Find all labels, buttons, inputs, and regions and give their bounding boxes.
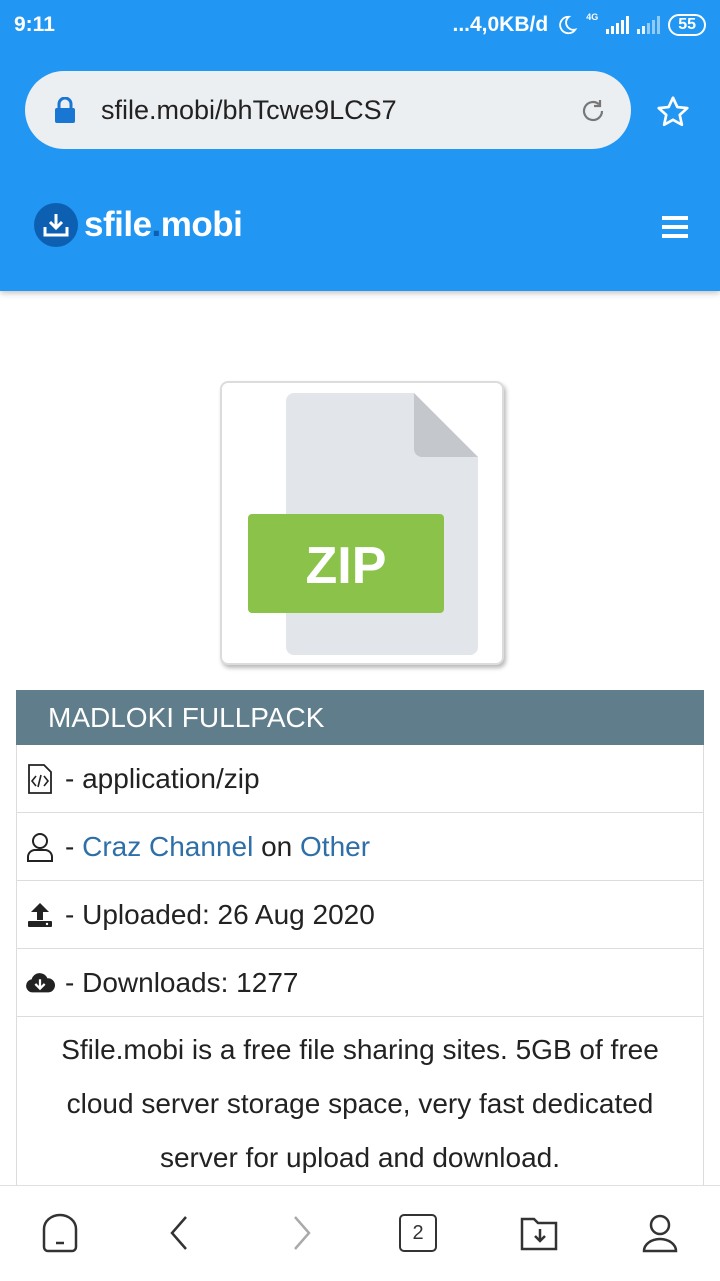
- file-mime-row: - application/zip: [16, 745, 704, 813]
- user-icon: [25, 832, 55, 862]
- logo-tld: mobi: [160, 205, 243, 244]
- signal-icon: [606, 16, 630, 34]
- moon-icon: [559, 15, 578, 35]
- cloud-download-icon: [25, 968, 55, 998]
- home-icon[interactable]: [38, 1211, 82, 1255]
- url-text[interactable]: sfile.mobi/bhTcwe9LCS7: [101, 95, 397, 126]
- status-bar: 9:11 ...4,0KB/d 4G 55: [0, 0, 720, 50]
- file-preview-card: ZIP: [220, 381, 504, 665]
- logo-name: sfile: [84, 205, 152, 244]
- back-icon[interactable]: [158, 1211, 202, 1255]
- logo-dot: .: [151, 205, 162, 244]
- lock-icon: [55, 97, 75, 123]
- browser-bottom-nav: 2: [0, 1185, 720, 1281]
- downloads-icon[interactable]: [518, 1211, 562, 1255]
- zip-badge-label: ZIP: [306, 537, 387, 595]
- file-title: MADLOKI FULLPACK: [16, 690, 704, 745]
- file-info-table: MADLOKI FULLPACK - application/zip - Cra…: [16, 690, 704, 1197]
- owner-on: on: [253, 830, 301, 862]
- file-downloads-row: - Downloads: 1277: [16, 949, 704, 1017]
- menu-icon[interactable]: [662, 214, 688, 240]
- category-link[interactable]: Other: [300, 831, 370, 863]
- zip-file-icon: ZIP: [248, 393, 478, 655]
- site-logo[interactable]: sfile.mobi: [34, 203, 243, 247]
- network-speed: ...4,0KB/d: [452, 13, 549, 36]
- logo-text: sfile.mobi: [84, 205, 243, 245]
- address-bar[interactable]: sfile.mobi/bhTcwe9LCS7: [25, 71, 631, 149]
- tabs-icon[interactable]: 2: [399, 1214, 437, 1252]
- file-uploaded: - Uploaded: 26 Aug 2020: [65, 898, 375, 930]
- reload-icon[interactable]: [579, 97, 607, 125]
- site-description: Sfile.mobi is a free file sharing sites.…: [16, 1017, 704, 1197]
- file-downloads: - Downloads: 1277: [65, 966, 299, 998]
- sfile-logo-icon: [34, 203, 78, 247]
- file-owner-row: - Craz Channel on Other: [16, 813, 704, 881]
- upload-icon: [25, 900, 55, 930]
- signal-icon-2: [637, 16, 661, 34]
- owner-link[interactable]: Craz Channel: [82, 831, 253, 863]
- forward-icon[interactable]: [279, 1211, 323, 1255]
- owner-prefix: -: [65, 830, 83, 862]
- file-code-icon: [25, 763, 55, 794]
- file-uploaded-row: - Uploaded: 26 Aug 2020: [16, 881, 704, 949]
- status-time: 9:11: [14, 13, 55, 36]
- file-mime: - application/zip: [65, 762, 260, 794]
- battery-indicator: 55: [668, 14, 706, 36]
- star-icon[interactable]: [655, 94, 691, 130]
- browser-header: 9:11 ...4,0KB/d 4G 55 sfile.mobi/bhTcwe9…: [0, 0, 720, 291]
- profile-icon[interactable]: [638, 1211, 682, 1255]
- status-indicators: ...4,0KB/d 4G 55: [452, 12, 706, 37]
- network-type: 4G: [586, 12, 599, 22]
